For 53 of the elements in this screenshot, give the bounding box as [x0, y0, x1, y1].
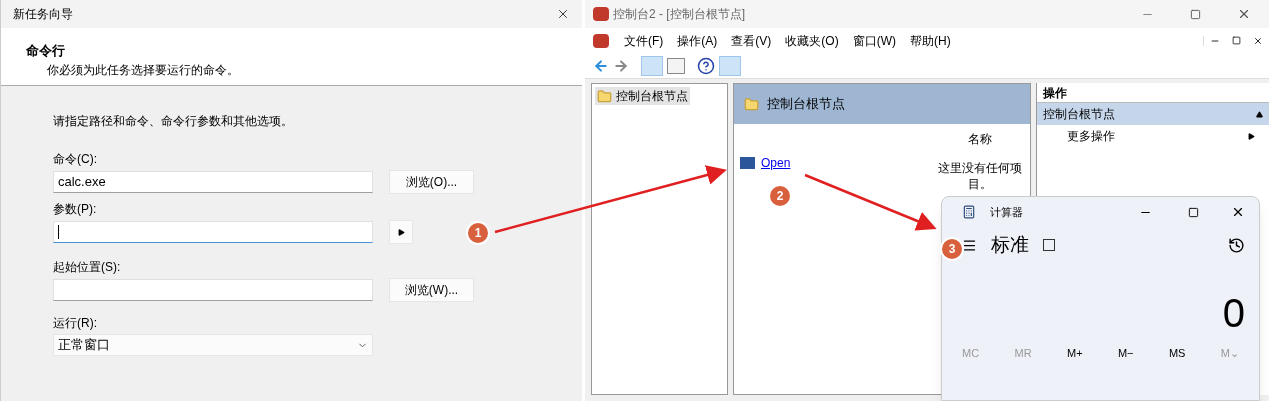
- start-in-field[interactable]: [53, 279, 373, 301]
- menu-item[interactable]: 文件(F): [617, 31, 671, 50]
- menu-item[interactable]: 查看(V): [724, 31, 779, 50]
- run-dropdown[interactable]: 正常窗口: [53, 334, 373, 356]
- insert-menu-button[interactable]: [389, 220, 413, 244]
- action-item[interactable]: 更多操作: [1037, 125, 1269, 147]
- field-label: 起始位置(S):: [53, 259, 122, 276]
- actions-section-header[interactable]: 控制台根节点: [1037, 103, 1269, 125]
- text-cursor: [58, 225, 59, 239]
- menu-item[interactable]: 操作(A): [670, 31, 725, 50]
- window-title: 新任务向导: [13, 6, 73, 23]
- memory-button[interactable]: M+: [1066, 345, 1083, 362]
- collapse-icon: [1256, 110, 1263, 118]
- browse-button[interactable]: 浏览(W)...: [389, 278, 474, 302]
- tree-item[interactable]: 控制台根节点: [595, 87, 690, 105]
- mode-title: 标准: [991, 232, 1029, 257]
- memory-button[interactable]: MS: [1168, 345, 1186, 362]
- folder-icon: [744, 96, 759, 112]
- back-icon[interactable]: [593, 57, 609, 74]
- help-icon[interactable]: [697, 56, 715, 75]
- menu-item[interactable]: 帮助(H): [903, 31, 958, 50]
- browse-button[interactable]: 浏览(O)...: [389, 170, 474, 194]
- field-label: 运行(R):: [53, 315, 98, 332]
- window-title: 控制台2 - [控制台根节点]: [613, 6, 746, 23]
- calculator-icon: [962, 205, 976, 219]
- caret-icon: [397, 228, 405, 236]
- folder-icon: [597, 88, 612, 104]
- pane-header: 控制台根节点: [767, 95, 845, 114]
- window-title: 计算器: [990, 204, 1024, 220]
- page-subheading: 你必须为此任务选择要运行的命令。: [46, 61, 240, 79]
- field-label: 命令(C):: [53, 151, 98, 168]
- open-link[interactable]: Open: [761, 154, 791, 172]
- close-icon[interactable]: [1231, 205, 1245, 219]
- command-field[interactable]: calc.exe: [53, 171, 373, 193]
- history-icon[interactable]: [1228, 236, 1245, 254]
- instruction-text: 请指定路径和命令、命令行参数和其他选项。: [53, 113, 294, 130]
- menu-item[interactable]: 窗口(W): [845, 31, 903, 50]
- column-header: 名称: [967, 131, 992, 148]
- menu-item[interactable]: 收藏夹(O): [778, 31, 846, 50]
- close-icon[interactable]: [1253, 35, 1263, 46]
- restore-icon[interactable]: [1232, 35, 1241, 45]
- memory-button[interactable]: M−: [1117, 345, 1134, 362]
- close-icon[interactable]: [1237, 7, 1251, 21]
- submenu-arrow-icon: [1248, 132, 1255, 140]
- empty-list-text: 这里没有任何项目。: [937, 160, 1022, 192]
- maximize-icon[interactable]: [1188, 206, 1199, 218]
- menu-icon[interactable]: [962, 237, 977, 253]
- calculator-display: 0: [1221, 291, 1246, 335]
- close-icon[interactable]: [556, 7, 570, 21]
- field-label: 参数(P):: [53, 201, 98, 218]
- forward-icon[interactable]: [613, 57, 629, 74]
- arguments-field[interactable]: [53, 221, 373, 243]
- page-heading: 命令行: [26, 42, 66, 60]
